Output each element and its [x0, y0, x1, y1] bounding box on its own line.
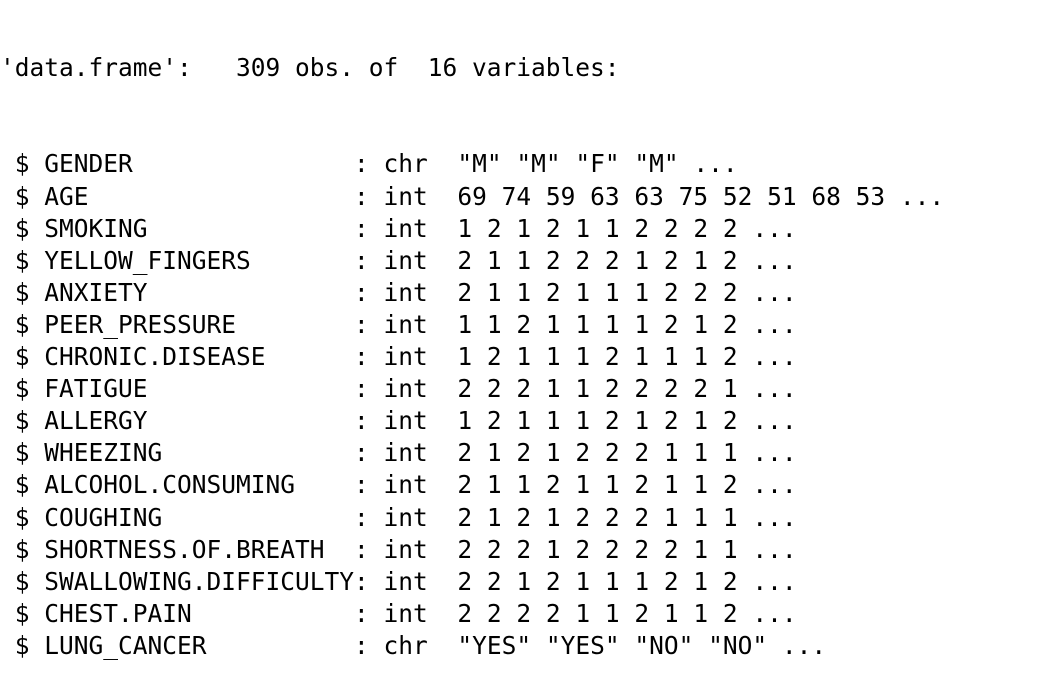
variable-row: $ WHEEZING : int 2 1 2 1 2 2 2 1 1 1 ... [0, 437, 1050, 469]
type-separator: : [354, 470, 384, 500]
variable-name: GENDER [44, 149, 355, 179]
type-separator: : [354, 374, 384, 404]
variable-values: "M" "M" "F" "M" ... [427, 149, 738, 179]
variable-name: WHEEZING [44, 438, 355, 468]
variable-type: int [383, 406, 428, 436]
dollar-marker: $ [0, 406, 45, 436]
dollar-marker: $ [0, 245, 45, 275]
type-separator: : [354, 502, 384, 532]
type-separator: : [354, 213, 384, 243]
variable-type: int [383, 470, 428, 500]
variable-type: int [383, 245, 428, 275]
variable-values: 2 1 1 2 1 1 1 2 2 2 ... [427, 277, 797, 307]
variable-type: int [383, 277, 428, 307]
variable-values: "YES" "YES" "NO" "NO" ... [427, 630, 827, 660]
variable-type: int [383, 374, 428, 404]
variable-values: 1 2 1 1 1 2 1 2 1 2 ... [427, 406, 797, 436]
dollar-marker: $ [0, 277, 45, 307]
variable-type: int [383, 566, 428, 596]
variable-row: $ CHEST.PAIN : int 2 2 2 2 1 1 2 1 1 2 .… [0, 598, 1050, 630]
variable-name: SHORTNESS.OF.BREATH [44, 534, 355, 564]
variable-name: LUNG_CANCER [44, 630, 355, 660]
variable-type: int [383, 502, 428, 532]
variable-values: 2 1 1 2 2 2 1 2 1 2 ... [427, 245, 797, 275]
variable-values: 2 1 2 1 2 2 2 1 1 1 ... [427, 438, 797, 468]
variable-row: $ COUGHING : int 2 1 2 1 2 2 2 1 1 1 ... [0, 502, 1050, 534]
variable-row: $ YELLOW_FINGERS : int 2 1 1 2 2 2 1 2 1… [0, 245, 1050, 277]
type-separator: : [354, 406, 384, 436]
variable-values: 69 74 59 63 63 75 52 51 68 53 ... [427, 181, 945, 211]
variable-name: SWALLOWING.DIFFICULTY [44, 566, 355, 596]
variable-type: int [383, 342, 428, 372]
console-output: 'data.frame': 309 obs. of 16 variables: … [0, 0, 1050, 660]
variable-row: $ LUNG_CANCER : chr "YES" "YES" "NO" "NO… [0, 630, 1050, 662]
variable-values: 2 2 2 1 2 2 2 2 1 1 ... [427, 534, 797, 564]
dollar-marker: $ [0, 534, 45, 564]
variable-values: 2 1 2 1 2 2 2 1 1 1 ... [427, 502, 797, 532]
type-separator: : [354, 598, 384, 628]
type-separator: : [354, 342, 384, 372]
variable-values: 1 1 2 1 1 1 1 2 1 2 ... [427, 309, 797, 339]
variable-type: int [383, 181, 428, 211]
variable-name: YELLOW_FINGERS [44, 245, 355, 275]
dollar-marker: $ [0, 598, 45, 628]
variable-list: $ GENDER : chr "M" "M" "F" "M" ... $ AGE… [0, 148, 1050, 662]
variable-name: ANXIETY [44, 277, 355, 307]
dollar-marker: $ [0, 630, 45, 660]
variable-type: int [383, 598, 428, 628]
variable-row: $ ALCOHOL.CONSUMING : int 2 1 1 2 1 1 2 … [0, 469, 1050, 501]
variable-name: SMOKING [44, 213, 355, 243]
type-separator: : [354, 181, 384, 211]
variable-values: 1 2 1 1 1 2 1 1 1 2 ... [427, 342, 797, 372]
type-separator: : [354, 149, 384, 179]
variable-values: 2 1 1 2 1 1 2 1 1 2 ... [427, 470, 797, 500]
dollar-marker: $ [0, 309, 45, 339]
variable-name: PEER_PRESSURE [44, 309, 355, 339]
variable-values: 2 2 2 2 1 1 2 1 1 2 ... [427, 598, 797, 628]
variable-name: ALCOHOL.CONSUMING [44, 470, 355, 500]
variable-type: int [383, 534, 428, 564]
variable-row: $ GENDER : chr "M" "M" "F" "M" ... [0, 148, 1050, 180]
variable-row: $ SMOKING : int 1 2 1 2 1 1 2 2 2 2 ... [0, 213, 1050, 245]
variable-row: $ FATIGUE : int 2 2 2 1 1 2 2 2 2 1 ... [0, 373, 1050, 405]
type-separator: : [354, 438, 384, 468]
type-separator: : [354, 277, 384, 307]
dollar-marker: $ [0, 374, 45, 404]
type-separator: : [354, 566, 384, 596]
variable-values: 2 2 2 1 1 2 2 2 2 1 ... [427, 374, 797, 404]
variable-type: int [383, 309, 428, 339]
variable-name: FATIGUE [44, 374, 355, 404]
variable-name: AGE [44, 181, 355, 211]
variable-row: $ SWALLOWING.DIFFICULTY: int 2 2 1 2 1 1… [0, 566, 1050, 598]
variable-row: $ ALLERGY : int 1 2 1 1 1 2 1 2 1 2 ... [0, 405, 1050, 437]
variable-name: CHRONIC.DISEASE [44, 342, 355, 372]
variable-values: 1 2 1 2 1 1 2 2 2 2 ... [427, 213, 797, 243]
variable-name: COUGHING [44, 502, 355, 532]
dollar-marker: $ [0, 213, 45, 243]
variable-name: CHEST.PAIN [44, 598, 355, 628]
variable-type: chr [383, 149, 428, 179]
variable-row: $ ANXIETY : int 2 1 1 2 1 1 1 2 2 2 ... [0, 277, 1050, 309]
type-separator: : [354, 630, 384, 660]
variable-row: $ PEER_PRESSURE : int 1 1 2 1 1 1 1 2 1 … [0, 309, 1050, 341]
dollar-marker: $ [0, 566, 45, 596]
dollar-marker: $ [0, 149, 45, 179]
variable-type: chr [383, 630, 428, 660]
variable-name: ALLERGY [44, 406, 355, 436]
dollar-marker: $ [0, 438, 45, 468]
dollar-marker: $ [0, 470, 45, 500]
type-separator: : [354, 245, 384, 275]
variable-row: $ AGE : int 69 74 59 63 63 75 52 51 68 5… [0, 181, 1050, 213]
type-separator: : [354, 534, 384, 564]
dollar-marker: $ [0, 502, 45, 532]
variable-row: $ CHRONIC.DISEASE : int 1 2 1 1 1 2 1 1 … [0, 341, 1050, 373]
dollar-marker: $ [0, 342, 45, 372]
variable-values: 2 2 1 2 1 1 1 2 1 2 ... [427, 566, 797, 596]
dollar-marker: $ [0, 181, 45, 211]
variable-row: $ SHORTNESS.OF.BREATH : int 2 2 2 1 2 2 … [0, 534, 1050, 566]
variable-type: int [383, 213, 428, 243]
type-separator: : [354, 309, 384, 339]
variable-type: int [383, 438, 428, 468]
str-header: 'data.frame': 309 obs. of 16 variables: [0, 53, 620, 83]
